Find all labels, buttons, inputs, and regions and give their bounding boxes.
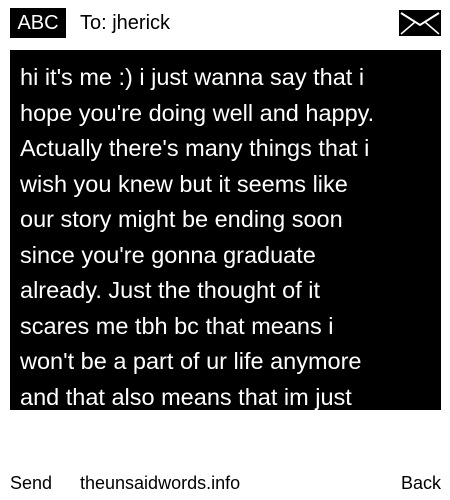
back-button[interactable]: Back xyxy=(401,470,441,496)
site-label: theunsaidwords.info xyxy=(80,473,241,493)
sms-screen: ABC To: jherick hi it's me :) i just wan… xyxy=(0,0,450,500)
message-header: ABC To: jherick xyxy=(0,0,450,46)
message-compose-area[interactable]: hi it's me :) i just wanna say that i ho… xyxy=(10,50,441,410)
recipient-label: To: jherick xyxy=(80,12,171,34)
softkey-bar: Send theunsaidwords.info Back xyxy=(0,470,450,500)
envelope-icon[interactable] xyxy=(399,10,441,36)
message-body[interactable]: hi it's me :) i just wanna say that i ho… xyxy=(10,50,441,410)
send-button[interactable]: Send xyxy=(10,470,52,496)
input-mode-badge[interactable]: ABC xyxy=(10,8,66,38)
